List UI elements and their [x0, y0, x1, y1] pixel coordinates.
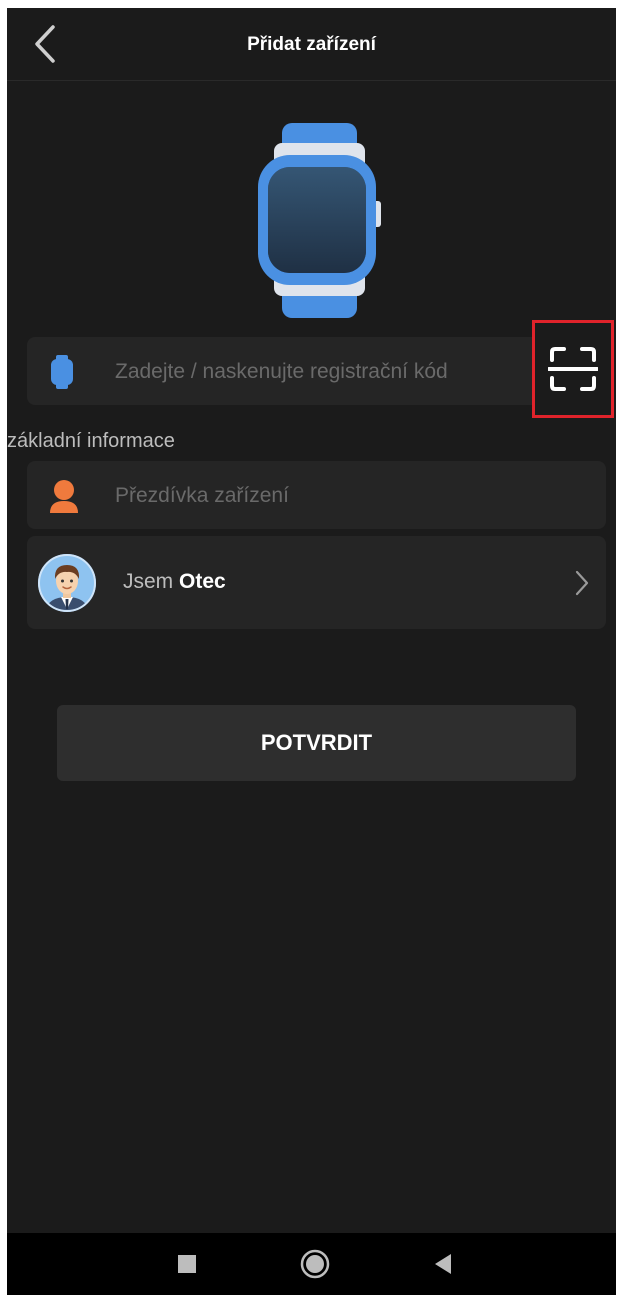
square-icon	[178, 1255, 196, 1273]
role-label: Jsem Otec	[123, 570, 226, 594]
circle-icon	[300, 1249, 330, 1279]
role-value: Otec	[179, 570, 226, 593]
page-title: Přidat zařízení	[247, 34, 376, 55]
add-device-screen: Přidat zařízení Zadejte / naskenujte reg…	[7, 8, 616, 1295]
chevron-left-icon	[35, 25, 55, 63]
role-selector[interactable]: Jsem Otec	[27, 536, 606, 629]
nickname-row	[27, 461, 606, 529]
home-button[interactable]	[285, 1233, 345, 1295]
nickname-input[interactable]	[115, 484, 535, 508]
back-button[interactable]	[25, 22, 65, 66]
father-avatar	[38, 554, 96, 612]
scan-button[interactable]	[532, 320, 614, 418]
person-icon	[50, 480, 78, 513]
smartwatch-icon	[252, 123, 387, 318]
back-nav-button[interactable]	[413, 1233, 473, 1295]
scan-icon	[548, 347, 598, 391]
chevron-right-icon	[575, 570, 589, 596]
system-navigation-bar	[7, 1233, 616, 1295]
registration-code-input[interactable]	[115, 360, 535, 384]
role-prefix: Jsem	[123, 570, 174, 593]
header: Přidat zařízení	[7, 8, 616, 81]
recent-apps-button[interactable]	[157, 1233, 217, 1295]
basic-info-label: základní informace	[7, 430, 175, 452]
triangle-back-icon	[435, 1254, 451, 1274]
confirm-button[interactable]: POTVRDIT	[57, 705, 576, 781]
smartwatch-icon	[51, 355, 73, 389]
registration-code-row	[27, 337, 606, 405]
